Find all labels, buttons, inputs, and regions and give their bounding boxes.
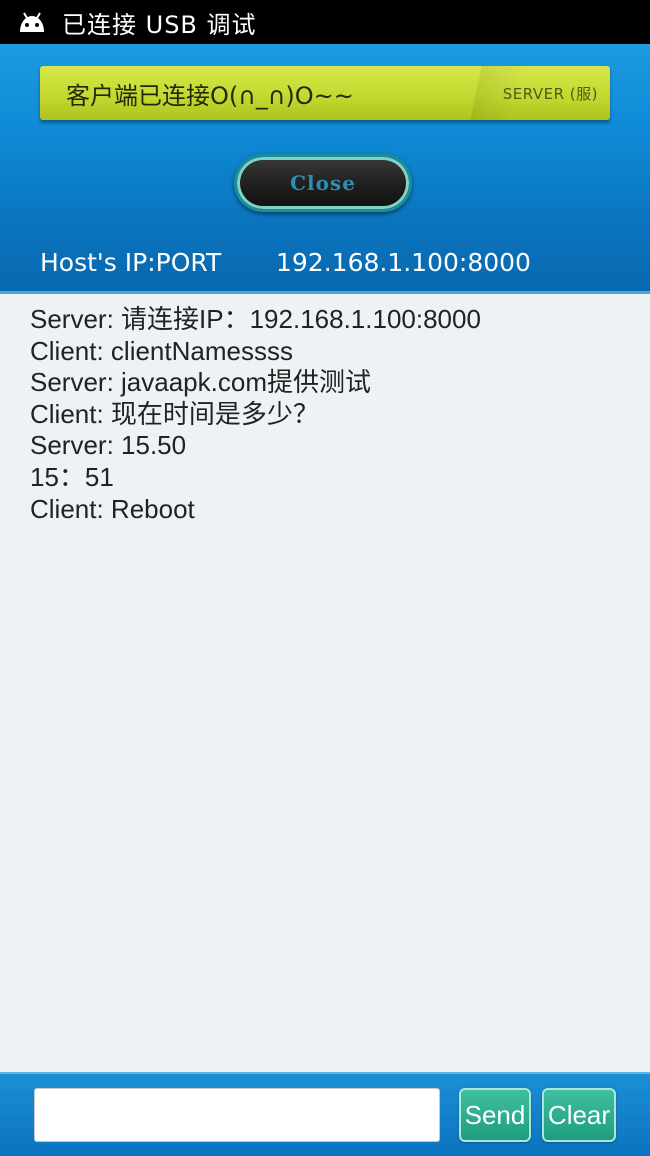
status-bar: 已连接 USB 调试 <box>0 0 650 44</box>
message-line: Server: 15.50 <box>30 430 187 461</box>
connection-status: 客户端已连接O(∩_∩)O~~ <box>66 81 354 110</box>
message-line: Server: 请连接IP：192.168.1.100:8000 <box>30 304 481 334</box>
status-text: 已连接 USB 调试 <box>62 10 257 39</box>
message-line: Client: clientNamessss <box>30 335 293 366</box>
message-input[interactable] <box>34 1088 440 1142</box>
message-line: Client: 现在时间是多少？ <box>30 398 319 429</box>
android-icon <box>20 12 44 32</box>
host-label: Host's IP:PORT <box>40 248 222 277</box>
connection-banner: 客户端已连接O(∩_∩)O~~ SERVER (服) <box>40 66 610 120</box>
close-button[interactable]: Close <box>234 154 412 212</box>
message-line: 15：51 <box>30 461 114 492</box>
bottom-bar: Send Clear <box>0 1072 650 1156</box>
clear-button[interactable]: Clear <box>542 1088 616 1142</box>
server-mode-label: SERVER (服) <box>502 84 598 103</box>
host-value: 192.168.1.100:8000 <box>276 248 531 277</box>
header: 客户端已连接O(∩_∩)O~~ SERVER (服) Close Host's … <box>0 44 650 294</box>
message-log: Server: 请连接IP：192.168.1.100:8000 Client:… <box>30 304 630 525</box>
message-line: Server: javaapk.com提供测试 <box>30 367 371 398</box>
message-line: Client: Reboot <box>30 493 195 524</box>
send-button[interactable]: Send <box>459 1088 531 1142</box>
